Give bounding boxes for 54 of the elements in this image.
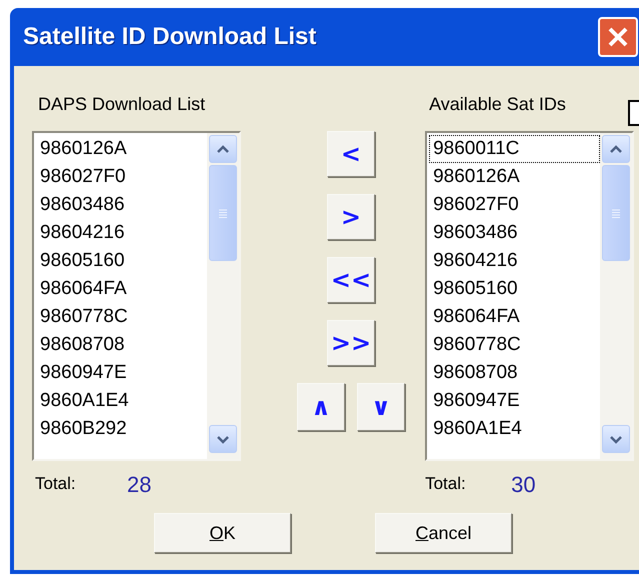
list-item[interactable]: 98605160	[429, 275, 600, 303]
list-item[interactable]: 9860A1E4	[429, 415, 600, 443]
scroll-down-button[interactable]	[602, 425, 630, 453]
dialog-button[interactable]: Cancel	[375, 513, 512, 553]
list-label: DAPS Download List	[37, 93, 206, 116]
list-item[interactable]: 9860947E	[36, 359, 207, 387]
list-label: Available Sat IDs	[428, 93, 566, 116]
close-button[interactable]	[598, 17, 638, 57]
chevron-down-icon	[609, 434, 624, 444]
list-item[interactable]: 9860A1E4	[36, 387, 207, 415]
scroll-thumb[interactable]	[209, 165, 237, 261]
list-item[interactable]: 98604216	[429, 247, 600, 275]
order-button[interactable]: ∨	[356, 383, 405, 431]
list-item[interactable]: 9860778C	[429, 331, 600, 359]
dialog-button[interactable]: OK	[154, 513, 291, 553]
list-item[interactable]: 98603486	[429, 219, 600, 247]
chevron-up-icon	[216, 144, 230, 154]
total-label: Total:	[425, 473, 467, 496]
move-button[interactable]: <<	[326, 257, 375, 303]
list-item[interactable]: 9860B292	[36, 415, 207, 443]
list-item[interactable]: 98604216	[36, 219, 207, 247]
list-item[interactable]: 9860947E	[429, 387, 600, 415]
move-button[interactable]: >	[326, 194, 375, 240]
scroll-up-button[interactable]	[602, 135, 630, 163]
list-item[interactable]: 98605160	[36, 247, 207, 275]
total-label: Total:	[35, 473, 77, 496]
window-title: Satellite ID Download List	[23, 22, 316, 52]
list-item[interactable]: 986027F0	[429, 191, 600, 219]
grip-icon	[612, 208, 620, 218]
list-item[interactable]: 98608708	[36, 331, 207, 359]
close-icon	[607, 26, 629, 48]
scrollbar[interactable]	[600, 133, 632, 459]
list-item[interactable]: 9860126A	[36, 135, 207, 163]
list-box[interactable]: 9860011C 9860126A 986027F0 98603486 98604216 98605160 986064FA 9860778C 98608708 9860947E 9860A1E4	[425, 131, 634, 461]
list-item[interactable]: 9860126A	[429, 163, 600, 191]
list-item[interactable]: 986064FA	[36, 275, 207, 303]
chevron-up-icon	[609, 144, 624, 154]
chevron-down-icon	[216, 434, 230, 444]
total-count: 30	[511, 470, 536, 498]
move-button[interactable]: <	[326, 131, 375, 177]
scroll-thumb[interactable]	[602, 165, 630, 261]
grip-icon	[219, 208, 227, 218]
order-button[interactable]: ∧	[296, 383, 345, 431]
list-item[interactable]: 9860778C	[36, 303, 207, 331]
list-item[interactable]: 986027F0	[36, 163, 207, 191]
list-box[interactable]: 9860126A 986027F0 98603486 98604216 98605160 986064FA 9860778C 98608708 9860947E 9860A1E4 9860B292	[32, 131, 241, 461]
scrollbar[interactable]	[207, 133, 239, 459]
scroll-up-button[interactable]	[209, 135, 237, 163]
list-item[interactable]: 986064FA	[429, 303, 600, 331]
move-button[interactable]: >>	[326, 320, 375, 366]
list-item[interactable]: 98603486	[36, 191, 207, 219]
scroll-down-button[interactable]	[209, 425, 237, 453]
total-count: 28	[127, 470, 152, 498]
list-item[interactable]: 98608708	[429, 359, 600, 387]
